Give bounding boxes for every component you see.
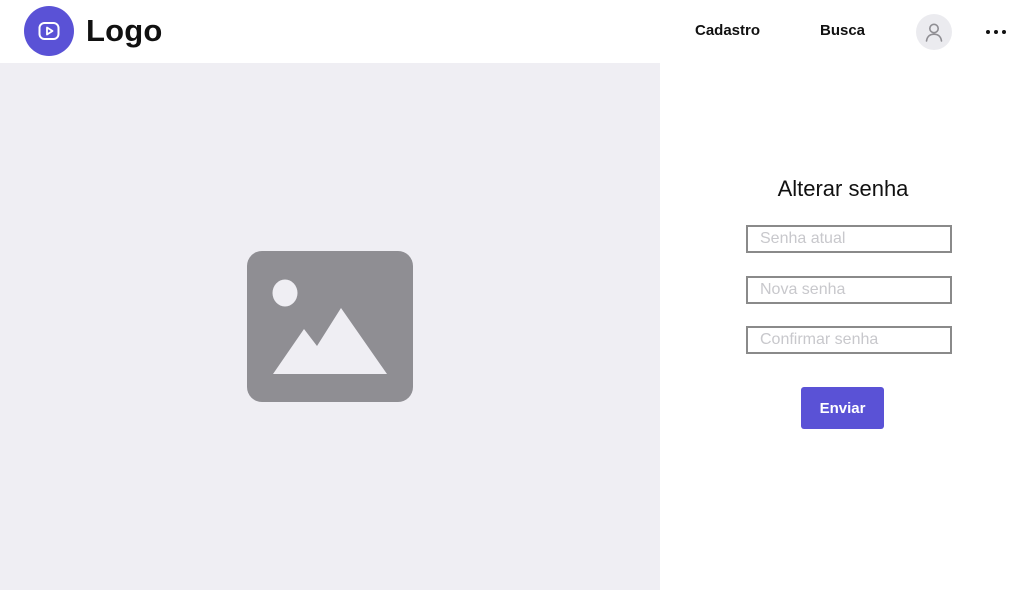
image-panel: [0, 63, 660, 590]
nav-link-cadastro[interactable]: Cadastro: [695, 21, 760, 41]
more-button[interactable]: [984, 20, 1008, 44]
user-icon: [925, 23, 943, 42]
logo-text: Logo: [86, 13, 163, 48]
current-password-input[interactable]: [746, 225, 952, 253]
play-icon: [38, 22, 60, 40]
more-horizontal-icon: [986, 30, 1006, 34]
nav-link-busca[interactable]: Busca: [820, 21, 865, 41]
change-password-form: Alterar senha Enviar: [660, 63, 1032, 590]
form-title: Alterar senha: [777, 176, 909, 201]
image-placeholder-icon: [247, 251, 413, 402]
new-password-input[interactable]: [746, 276, 952, 304]
confirm-password-input[interactable]: [746, 326, 952, 354]
logo-badge: [24, 6, 74, 56]
avatar[interactable]: [916, 14, 952, 50]
submit-button[interactable]: Enviar: [801, 387, 884, 429]
logo[interactable]: Logo: [24, 6, 163, 56]
page: Logo Cadastro Busca Alterar senha Enviar: [0, 0, 1032, 590]
header: Logo Cadastro Busca: [0, 0, 1032, 63]
